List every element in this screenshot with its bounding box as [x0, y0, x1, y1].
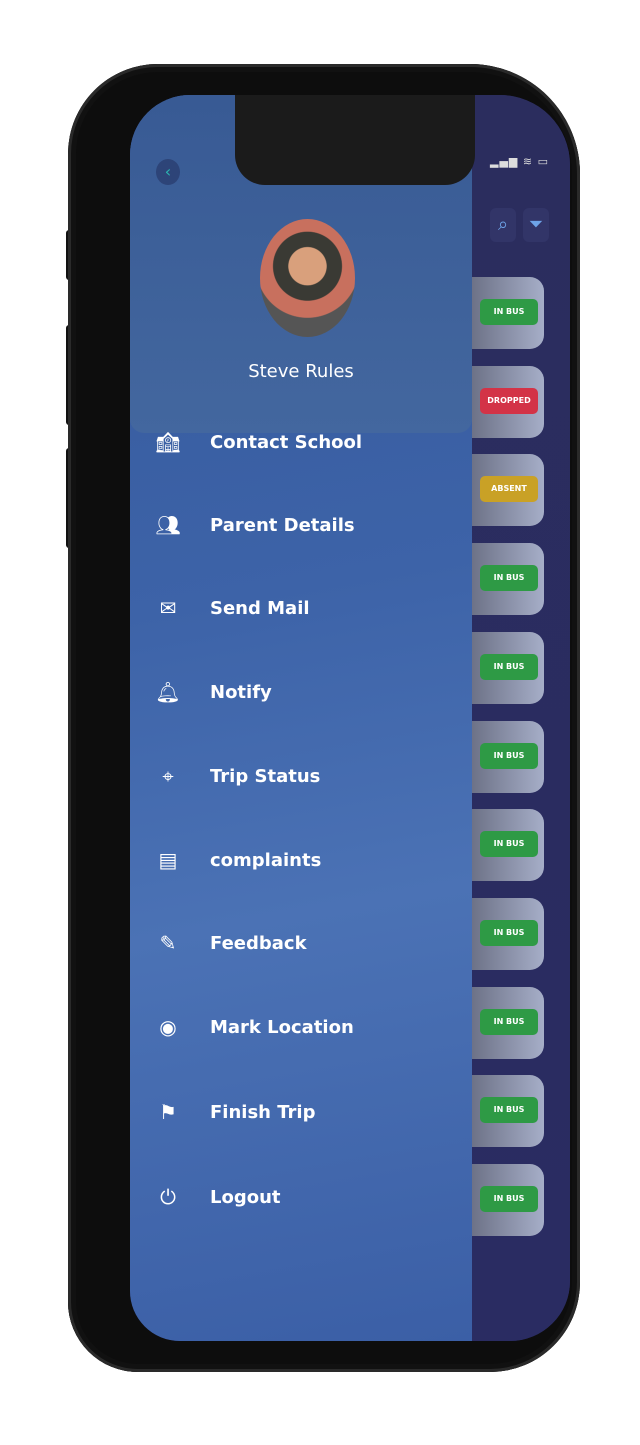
status-badge: IN BUS — [480, 1097, 538, 1124]
student-card[interactable]: IN BUS — [472, 720, 544, 793]
menu-item-label: Send Mail — [210, 597, 310, 619]
menu-item-finish-trip[interactable]: ⚑ Finish Trip — [150, 1092, 450, 1132]
status-badge: DROPPED — [480, 387, 538, 414]
menu-item-label: Parent Details — [210, 514, 355, 536]
menu-item-label: Finish Trip — [210, 1101, 316, 1123]
map-pin-icon: ⌖ — [162, 764, 174, 788]
phone-screen: ▂▄▆ ≋ ▭ ⌕ ⏷ IN BUS DROPPED ABSENT IN BUS IN … — [130, 95, 570, 1341]
status-badge: IN BUS — [480, 742, 538, 769]
location-icon: ◉ — [159, 1015, 177, 1039]
menu-item-logout[interactable]: ⏻ Logout — [150, 1177, 450, 1217]
menu-item-label: Notify — [210, 681, 272, 703]
student-card[interactable]: IN BUS — [472, 1075, 544, 1148]
student-card[interactable]: IN BUS — [472, 277, 544, 349]
status-badge: IN BUS — [480, 653, 538, 680]
status-badge: IN BUS — [480, 831, 538, 858]
search-icon: ⌕ — [497, 214, 509, 235]
parents-icon: 👥︎ — [155, 513, 181, 537]
signal-icon: ▂▄▆ — [490, 155, 519, 168]
search-button[interactable]: ⌕ — [490, 208, 516, 242]
student-card[interactable]: IN BUS — [472, 809, 544, 882]
document-icon: ▤ — [158, 848, 178, 872]
status-badge: IN BUS — [480, 565, 538, 592]
student-card[interactable]: DROPPED — [472, 365, 544, 438]
navigation-drawer: ‹ Steve Rules 🏫︎ Contact School 👥︎ Parent D… — [130, 95, 472, 1341]
chevron-left-icon: ‹ — [164, 162, 172, 181]
status-badge: IN BUS — [480, 299, 538, 325]
menu-item-parent-details[interactable]: 👥︎ Parent Details — [150, 505, 450, 545]
student-card[interactable]: IN BUS — [472, 543, 544, 616]
status-bar: ▂▄▆ ≋ ▭ — [490, 155, 549, 168]
bell-icon: 🔔︎ — [155, 680, 181, 704]
menu-item-label: Contact School — [210, 431, 363, 453]
menu-item-label: Feedback — [210, 932, 307, 954]
user-name: Steve Rules — [248, 361, 354, 382]
menu-item-label: complaints — [210, 849, 322, 871]
student-card[interactable]: ABSENT — [472, 454, 544, 527]
student-card[interactable]: IN BUS — [472, 897, 544, 970]
back-button[interactable]: ‹ — [156, 159, 180, 185]
mail-icon: ✉ — [159, 596, 177, 620]
menu-item-trip-status[interactable]: ⌖ Trip Status — [150, 756, 450, 796]
student-card[interactable]: IN BUS — [472, 631, 544, 704]
school-icon: 🏫︎ — [155, 430, 181, 454]
status-badge: IN BUS — [480, 919, 538, 946]
filter-icon: ⏷ — [528, 214, 544, 235]
battery-icon: ▭ — [537, 155, 550, 168]
menu-item-label: Logout — [210, 1186, 281, 1208]
power-icon: ⏻ — [160, 1185, 176, 1209]
menu-item-label: Trip Status — [210, 765, 321, 787]
menu-item-feedback[interactable]: ✎ Feedback — [150, 923, 450, 963]
wifi-icon: ≋ — [522, 155, 534, 168]
student-card[interactable]: IN BUS — [472, 986, 544, 1059]
avatar — [260, 219, 355, 337]
status-badge: IN BUS — [480, 1008, 538, 1035]
menu-item-mark-location[interactable]: ◉ Mark Location — [150, 1007, 450, 1047]
checkered-flag-icon: ⚑ — [159, 1100, 177, 1124]
feedback-pen-icon: ✎ — [159, 931, 177, 955]
menu-item-contact-school[interactable]: 🏫︎ Contact School — [150, 422, 450, 462]
status-badge: ABSENT — [480, 476, 538, 503]
menu-item-complaints[interactable]: ▤ complaints — [150, 840, 450, 880]
menu-item-send-mail[interactable]: ✉ Send Mail — [150, 588, 450, 628]
student-card[interactable]: IN BUS — [472, 1164, 544, 1236]
status-badge: IN BUS — [480, 1186, 538, 1212]
menu-item-notify[interactable]: 🔔︎ Notify — [150, 672, 450, 712]
camera-notch — [235, 95, 475, 185]
filter-button[interactable]: ⏷ — [523, 208, 549, 242]
menu-item-label: Mark Location — [210, 1016, 354, 1038]
